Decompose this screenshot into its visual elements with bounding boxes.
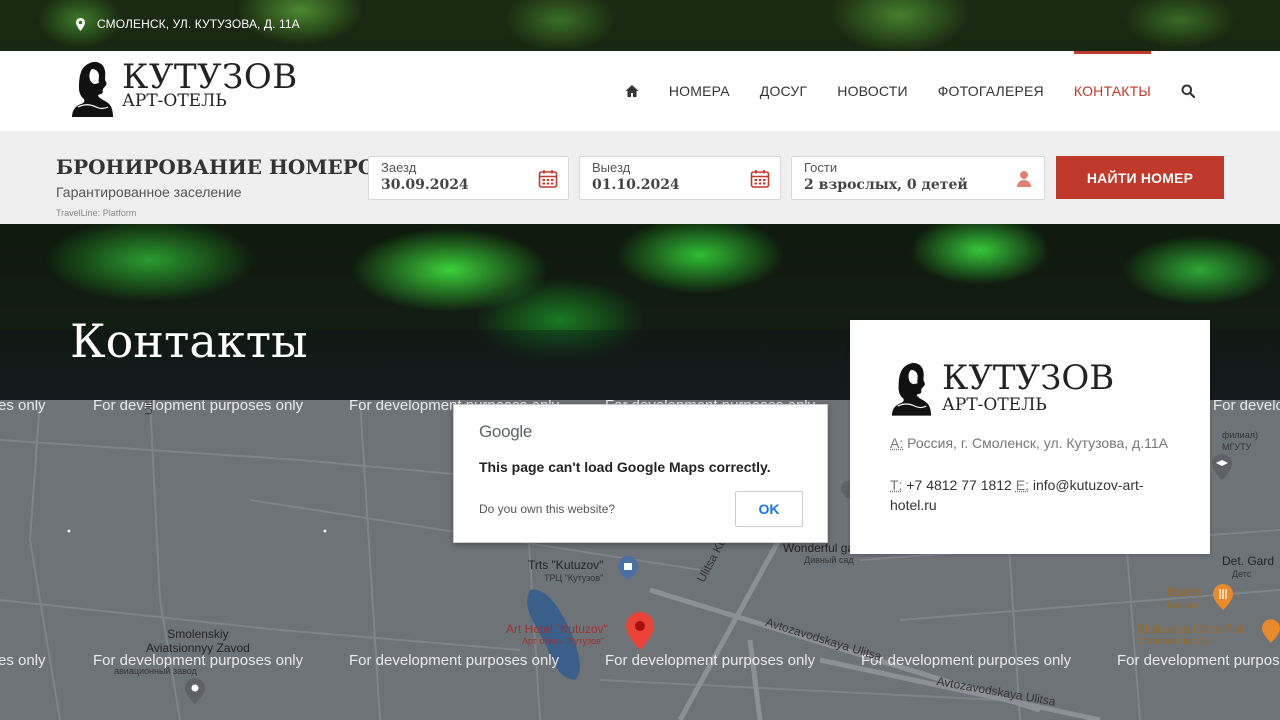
map-label-det-ru: Детс: [1232, 569, 1252, 579]
home-icon: [625, 85, 639, 97]
booking-subtitle: Гарантированное заселение: [56, 184, 242, 200]
top-info-bar: СМОЛЕНСК, УЛ. КУТУЗОВА, Д. 11А: [0, 0, 1280, 51]
main-nav: НОМЕРА ДОСУГ НОВОСТИ ФОТОГАЛЕРЕЯ КОНТАКТ…: [610, 51, 1210, 131]
site-logo[interactable]: КУТУЗОВ АРТ-ОТЕЛЬ: [70, 59, 298, 117]
booking-bar: БРОНИРОВАНИЕ НОМЕРОВ Гарантированное зас…: [0, 131, 1280, 224]
map-label-zavod: Smolenskiy Aviatsionnyy Zavod: [146, 627, 250, 655]
hotel-marker-icon[interactable]: [626, 612, 654, 650]
google-logo: Google: [479, 422, 533, 441]
place-marker-icon[interactable]: [185, 678, 205, 704]
nav-gallery[interactable]: ФОТОГАЛЕРЕЯ: [923, 51, 1059, 131]
card-logo: КУТУЗОВ АРТ-ОТЕЛЬ: [890, 360, 1114, 416]
google-ok-button[interactable]: OK: [735, 491, 803, 527]
calendar-icon: [538, 170, 558, 188]
map-label-det-gard: Det. Gard: [1222, 554, 1275, 568]
checkout-value: 01.10.2024: [592, 177, 680, 193]
search-icon: [1181, 84, 1195, 98]
kutuzov-bust-icon: [891, 363, 932, 416]
map-label-stolovaya: Stolovaya Chas Puk: [1137, 622, 1246, 636]
google-own-website-link[interactable]: Do you own this website?: [479, 502, 615, 516]
map-label-glinki: Ulitsa Glinki: [144, 400, 155, 415]
card-logo-subtitle: АРТ-ОТЕЛЬ: [942, 395, 1047, 415]
map-label-mgutu: МГУТУ: [1222, 442, 1252, 452]
map-watermark: For development purposes only: [93, 400, 304, 414]
nav-rooms[interactable]: НОМЕРА: [654, 51, 745, 131]
map-pin-icon: [76, 17, 85, 31]
email-abbr: Е:: [1015, 477, 1029, 493]
booking-title: БРОНИРОВАНИЕ НОМЕРОВ: [56, 155, 393, 179]
card-address: А: Россия, г. Смоленск, ул. Кутузова, д.…: [890, 435, 1168, 451]
site-header: КУТУЗОВ АРТ-ОТЕЛЬ НОМЕРА ДОСУГ НОВОСТИ Ф…: [0, 51, 1280, 131]
kutuzov-bust-icon: [72, 61, 113, 117]
card-contacts: Т: +7 4812 77 1812 Е: info@kutuzov-art-h…: [890, 475, 1170, 515]
map-watermark: For development purposes only: [605, 652, 816, 669]
card-logo-title: КУТУЗОВ: [942, 358, 1115, 398]
top-address-text: СМОЛЕНСК, УЛ. КУТУЗОВА, Д. 11А: [97, 17, 300, 31]
find-room-button[interactable]: НАЙТИ НОМЕР: [1056, 156, 1224, 199]
map-watermark: For development purposes only: [349, 652, 560, 669]
google-error-message: This page can't load Google Maps correct…: [479, 459, 771, 475]
logo-title: КУТУЗОВ: [122, 57, 298, 97]
nav-news[interactable]: НОВОСТИ: [822, 51, 922, 131]
phone-abbr: Т:: [890, 477, 903, 493]
restaurant-marker-icon[interactable]: [1213, 584, 1233, 610]
checkin-label: Заезд: [381, 160, 417, 175]
google-maps-error-dialog: Google This page can't load Google Maps …: [453, 404, 828, 543]
nav-contacts[interactable]: КОНТАКТЫ: [1059, 51, 1166, 131]
contact-card: КУТУЗОВ АРТ-ОТЕЛЬ А: Россия, г. Смоленск…: [850, 320, 1210, 554]
map-watermark: For development purposes only: [1117, 652, 1280, 669]
checkin-field[interactable]: Заезд 30.09.2024: [368, 156, 569, 200]
phone-link[interactable]: +7 4812 77 1812: [906, 477, 1012, 493]
restaurant-marker-icon[interactable]: [1262, 618, 1280, 644]
page-title: Контакты: [70, 314, 308, 368]
address-abbr: А:: [890, 435, 904, 451]
checkout-field[interactable]: Выезд 01.10.2024: [579, 156, 781, 200]
map-watermark: For develop: [1213, 400, 1280, 414]
map-label-trts: Trts "Kutuzov": [528, 558, 604, 572]
nav-search[interactable]: [1166, 51, 1210, 131]
map-label-zavod-ru: авиационный завод: [114, 666, 197, 676]
map-watermark: For development purposes only: [861, 652, 1072, 669]
map-label-filial: филиал): [1222, 430, 1258, 440]
address-text: Россия, г. Смоленск, ул. Кутузова, д.11А: [907, 435, 1168, 451]
user-icon: [1017, 171, 1031, 187]
checkin-value: 30.09.2024: [381, 177, 469, 193]
map-label-hotel-ru: Арт отель "Кутузов": [522, 636, 605, 646]
map-label-hotel: Art Hotel "Kutuzov": [506, 622, 608, 636]
map-watermark: es only: [0, 652, 46, 669]
map-watermark: es only: [0, 400, 46, 414]
nav-leisure[interactable]: ДОСУГ: [745, 51, 823, 131]
education-marker-icon[interactable]: [1212, 454, 1232, 480]
top-address: СМОЛЕНСК, УЛ. КУТУЗОВА, Д. 11А: [76, 17, 300, 31]
nav-home[interactable]: [610, 51, 654, 131]
shopping-bag-marker-icon[interactable]: [618, 556, 638, 580]
checkout-label: Выезд: [592, 160, 631, 175]
map-label-trts-ru: ТРЦ "Кутузов": [544, 573, 604, 583]
calendar-icon: [750, 170, 770, 188]
map-label-biskvit-ru: Бисквит: [1167, 600, 1201, 610]
map-label-biskvit: Biskvit: [1167, 585, 1202, 599]
map-label-stolovaya-ru: Столовая Час Пук: [1137, 636, 1213, 646]
guests-value: 2 взрослых, 0 детей: [804, 177, 968, 193]
booking-provider[interactable]: TravelLine: Platform: [56, 208, 136, 218]
map-label-garden-ru: Дивный сад: [804, 555, 854, 565]
guests-field[interactable]: Гости 2 взрослых, 0 детей: [791, 156, 1045, 200]
guests-label: Гости: [804, 160, 838, 175]
